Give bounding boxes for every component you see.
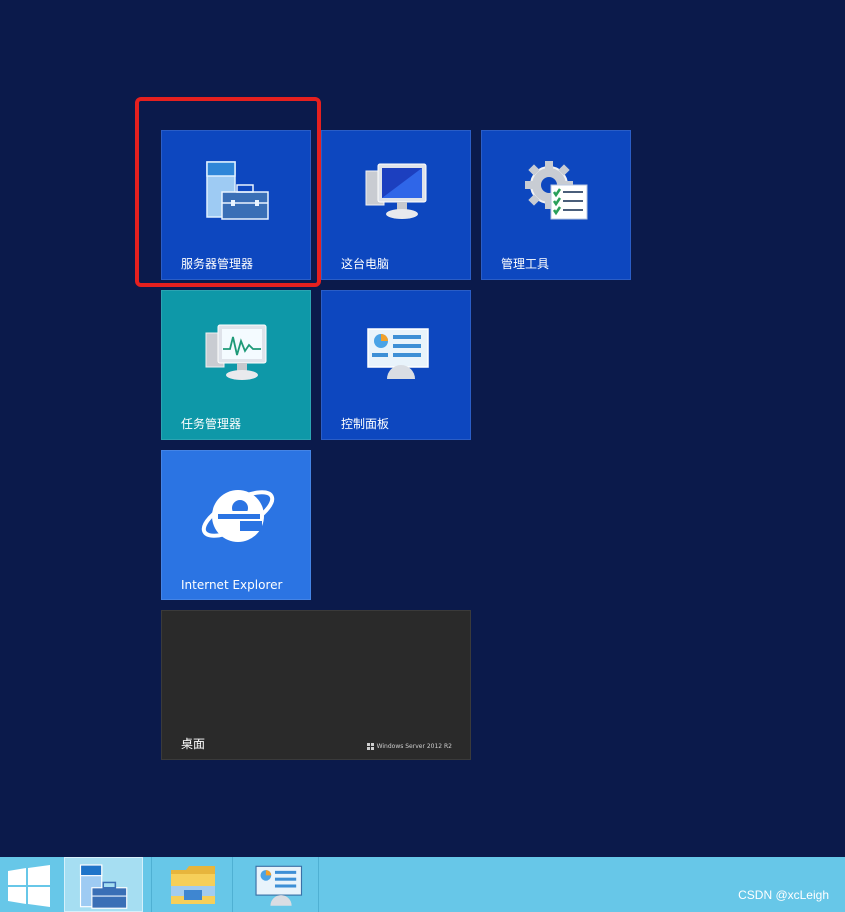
- tile-task-manager[interactable]: 任务管理器: [161, 290, 311, 440]
- windows-server-brand: Windows Server 2012 R2: [366, 743, 452, 750]
- server-manager-icon: [79, 864, 128, 909]
- windows-logo-icon: [366, 743, 374, 750]
- brand-text: Windows Server 2012 R2: [376, 743, 452, 750]
- control-panel-icon: [367, 328, 429, 379]
- start-button[interactable]: [0, 857, 60, 912]
- tile-label: Internet Explorer: [181, 578, 283, 592]
- tile-label: 服务器管理器: [181, 257, 254, 271]
- start-screen: 服务器管理器 这台电脑 管理工具 任务管理器 控制面板 Internet Exp…: [0, 0, 845, 857]
- admin-tools-gear-icon: [525, 161, 588, 220]
- computer-icon: [365, 163, 427, 219]
- taskbar: CSDN @xcLeigh: [0, 857, 845, 912]
- tile-label: 任务管理器: [181, 417, 242, 431]
- server-manager-icon: [206, 161, 269, 220]
- tile-label: 这台电脑: [341, 257, 390, 271]
- task-manager-icon: [205, 324, 267, 380]
- tile-label: 管理工具: [501, 257, 550, 271]
- windows-logo-icon: [8, 865, 50, 907]
- taskbar-file-explorer[interactable]: [151, 857, 233, 912]
- tile-desktop[interactable]: 桌面 Windows Server 2012 R2: [161, 610, 471, 760]
- control-panel-icon: [255, 865, 303, 906]
- file-explorer-icon: [171, 866, 215, 904]
- tile-label: 控制面板: [341, 417, 390, 431]
- tile-label: 桌面: [181, 737, 206, 751]
- tile-this-pc[interactable]: 这台电脑: [321, 130, 471, 280]
- tile-internet-explorer[interactable]: Internet Explorer: [161, 450, 311, 600]
- tile-server-manager[interactable]: 服务器管理器: [161, 130, 311, 280]
- tile-admin-tools[interactable]: 管理工具: [481, 130, 631, 280]
- ie-logo-icon: [201, 490, 275, 542]
- taskbar-server-manager[interactable]: [64, 857, 143, 912]
- tile-control-panel[interactable]: 控制面板: [321, 290, 471, 440]
- taskbar-control-panel[interactable]: [237, 857, 319, 912]
- watermark: CSDN @xcLeigh: [738, 888, 829, 902]
